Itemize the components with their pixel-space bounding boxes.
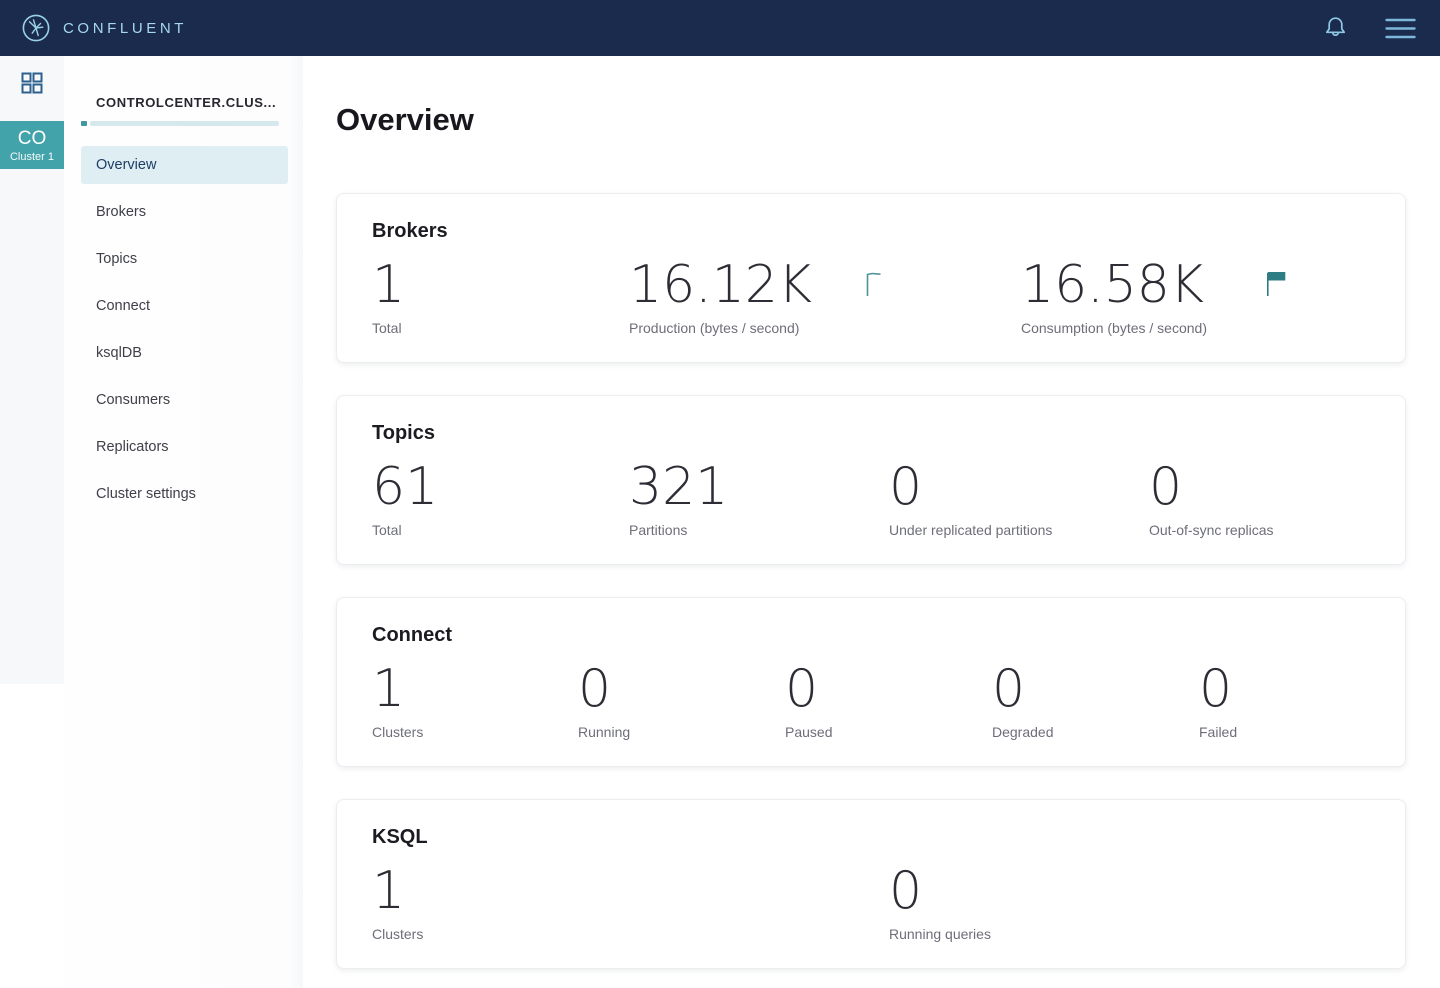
notifications-button[interactable] xyxy=(1324,15,1347,41)
sidebar-item-topics[interactable]: Topics xyxy=(81,240,288,278)
stat-label: Total xyxy=(372,522,402,538)
stat-value: 16.58K xyxy=(1021,255,1204,315)
connect-clusters-stat: 1 Clusters xyxy=(372,662,578,740)
stat-label: Paused xyxy=(785,724,833,740)
sidebar-item-replicators[interactable]: Replicators xyxy=(81,428,288,466)
page-title: Overview xyxy=(336,102,474,137)
bell-icon xyxy=(1325,17,1346,36)
stat-value: 0 xyxy=(889,861,923,921)
stat-label: Clusters xyxy=(372,724,424,740)
stat-label: Degraded xyxy=(992,724,1054,740)
cluster-badge[interactable]: CO Cluster 1 xyxy=(0,121,64,169)
sidebar-item-overview[interactable]: Overview xyxy=(81,146,288,184)
stat-label: Running queries xyxy=(889,926,991,942)
stat-label: Out-of-sync replicas xyxy=(1149,522,1274,538)
brand-name: CONFLUENT xyxy=(63,19,188,37)
topics-partitions-stat: 321 Partitions xyxy=(629,460,889,538)
topics-card[interactable]: Topics 61 Total 321 Partitions 0 Under r… xyxy=(336,395,1406,565)
sidebar-item-ksqldb[interactable]: ksqlDB xyxy=(81,334,288,372)
stat-value: 0 xyxy=(992,659,1026,719)
connect-degraded-stat: 0 Degraded xyxy=(992,662,1199,740)
grid-icon xyxy=(21,72,43,94)
topics-out-of-sync-stat: 0 Out-of-sync replicas xyxy=(1149,460,1405,538)
connect-card[interactable]: Connect 1 Clusters 0 Running 0 Paused 0 … xyxy=(336,597,1406,767)
confluent-spark-icon xyxy=(22,14,50,42)
brokers-total-stat: 1 Total xyxy=(372,258,629,336)
cluster-name: Cluster 1 xyxy=(9,150,55,163)
stat-value: 0 xyxy=(785,659,819,719)
brokers-card[interactable]: Brokers 1 Total 16.12K Production (bytes… xyxy=(336,193,1406,363)
confluent-logo[interactable]: CONFLUENT xyxy=(22,14,187,42)
stat-value: 321 xyxy=(629,457,729,517)
topics-card-title: Topics xyxy=(372,422,435,444)
production-sparkline-icon xyxy=(866,258,1021,302)
top-navbar: CONFLUENT xyxy=(0,0,1440,56)
stat-value: 0 xyxy=(1199,659,1233,719)
home-clusters-button[interactable] xyxy=(19,70,45,99)
sidebar-nav-list: Overview Brokers Topics Connect ksqlDB C… xyxy=(64,146,303,513)
cluster-rail: CO Cluster 1 xyxy=(0,56,64,988)
brokers-consumption-stat: 16.58K Consumption (bytes / second) xyxy=(1021,258,1266,336)
stat-value: 0 xyxy=(889,457,923,517)
sidebar-item-connect[interactable]: Connect xyxy=(81,287,288,325)
stat-label: Running xyxy=(578,724,631,740)
stat-value: 0 xyxy=(578,659,612,719)
sidebar-item-cluster-settings[interactable]: Cluster settings xyxy=(81,475,288,513)
connect-paused-stat: 0 Paused xyxy=(785,662,992,740)
sidebar: CONTROLCENTER.CLUS... Overview Brokers T… xyxy=(64,56,303,988)
stat-label: Under replicated partitions xyxy=(889,522,1053,538)
stat-label: Consumption (bytes / second) xyxy=(1021,320,1207,336)
brokers-production-stat: 16.12K Production (bytes / second) xyxy=(629,258,866,336)
menu-button[interactable] xyxy=(1385,18,1416,39)
sidebar-item-consumers[interactable]: Consumers xyxy=(81,381,288,419)
health-tick xyxy=(81,121,87,126)
consumption-sparkline-icon xyxy=(1266,258,1405,302)
stat-value: 16.12K xyxy=(629,255,812,315)
main-content: Overview Brokers 1 Total 16.12K Producti… xyxy=(303,56,1440,988)
stat-label: Partitions xyxy=(629,522,688,538)
stat-value: 1 xyxy=(372,659,406,719)
connect-card-title: Connect xyxy=(372,624,452,646)
brokers-card-title: Brokers xyxy=(372,220,448,242)
health-track xyxy=(90,121,279,126)
stat-label: Clusters xyxy=(372,926,424,942)
stat-value: 0 xyxy=(1149,457,1183,517)
connect-failed-stat: 0 Failed xyxy=(1199,662,1405,740)
sidebar-item-brokers[interactable]: Brokers xyxy=(81,193,288,231)
cluster-title: CONTROLCENTER.CLUS... xyxy=(96,95,277,110)
cluster-health-indicator xyxy=(81,121,279,126)
topics-under-replicated-stat: 0 Under replicated partitions xyxy=(889,460,1149,538)
ksql-clusters-stat: 1 Clusters xyxy=(372,864,889,942)
ksql-card-title: KSQL xyxy=(372,826,428,848)
stat-value: 1 xyxy=(372,255,406,315)
stat-label: Failed xyxy=(1199,724,1238,740)
ksql-running-queries-stat: 0 Running queries xyxy=(889,864,1405,942)
stat-label: Production (bytes / second) xyxy=(629,320,800,336)
stat-value: 1 xyxy=(372,861,406,921)
hamburger-icon xyxy=(1385,18,1416,38)
topics-total-stat: 61 Total xyxy=(372,460,629,538)
stat-label: Total xyxy=(372,320,402,336)
cluster-initials: CO xyxy=(17,127,47,149)
connect-running-stat: 0 Running xyxy=(578,662,785,740)
ksql-card[interactable]: KSQL 1 Clusters 0 Running queries xyxy=(336,799,1406,969)
stat-value: 61 xyxy=(372,457,439,517)
